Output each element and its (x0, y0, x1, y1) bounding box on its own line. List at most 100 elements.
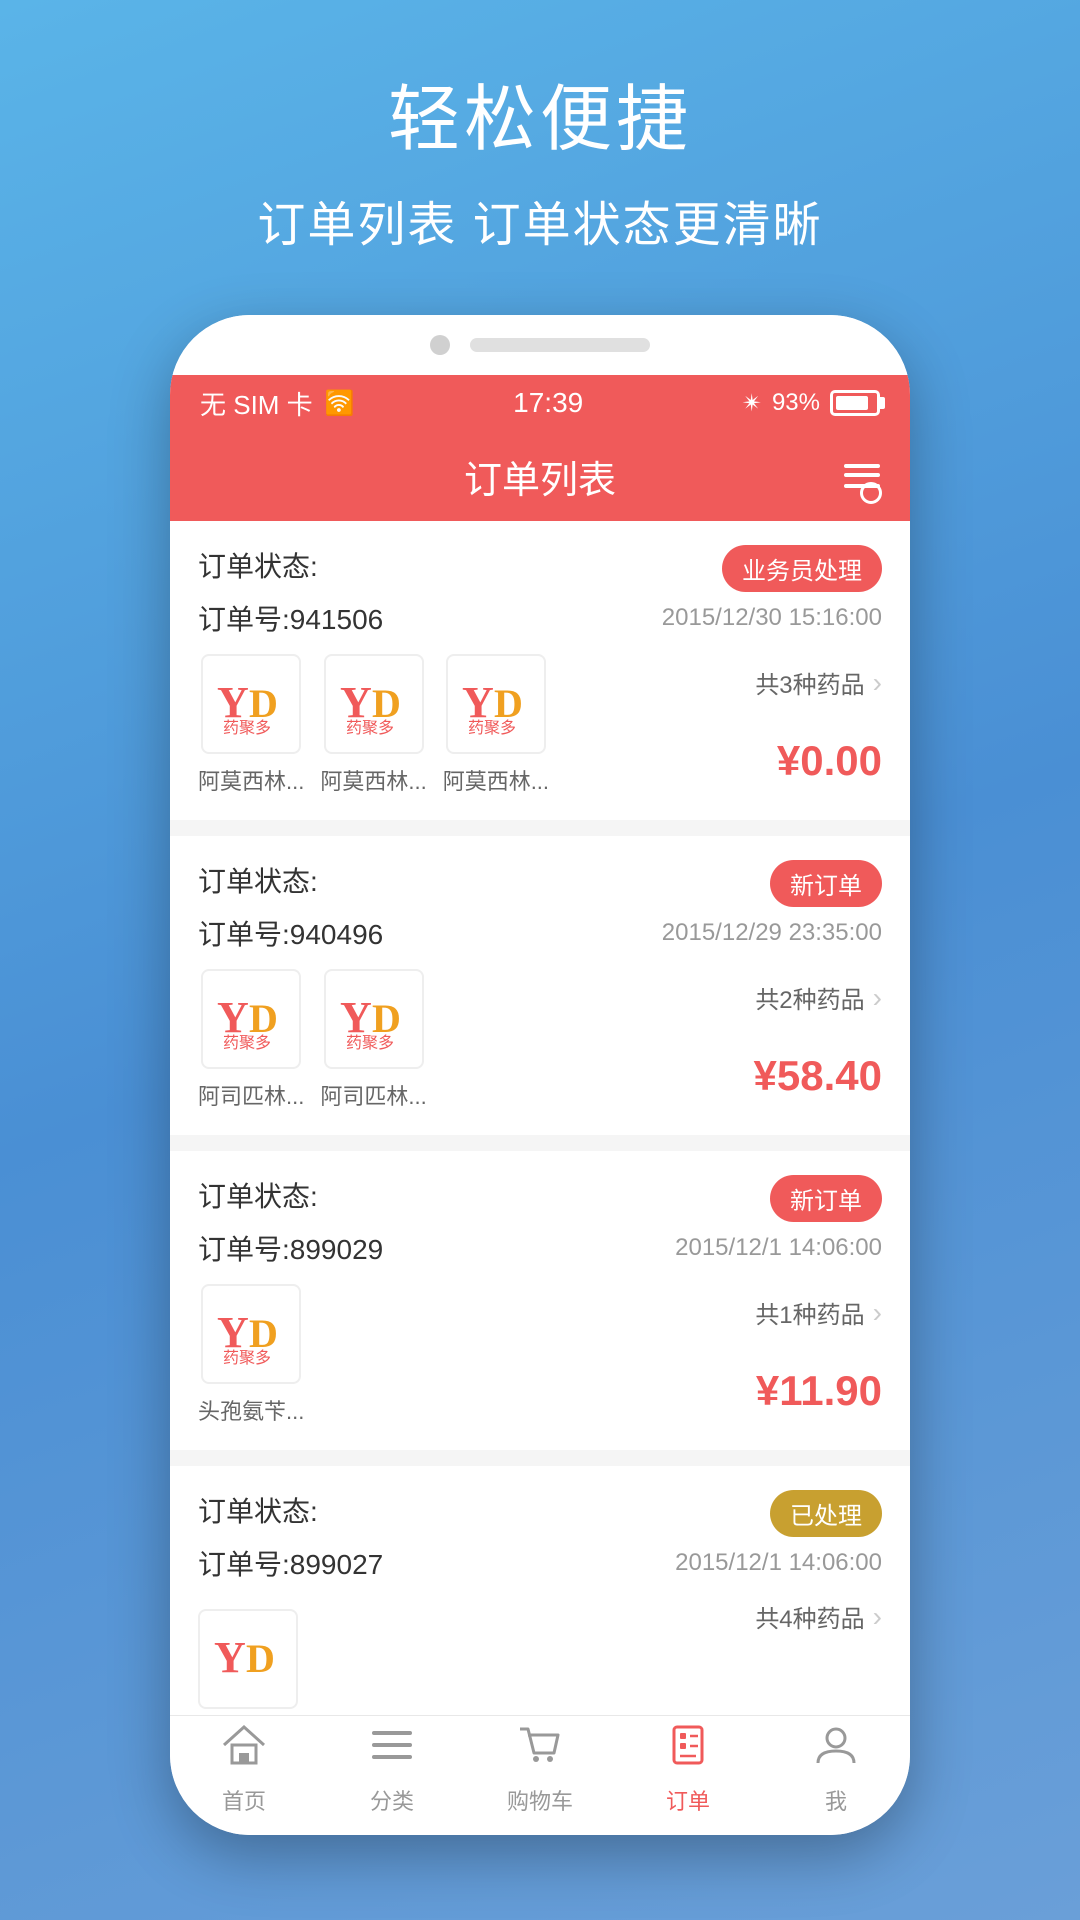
battery-fill (836, 396, 868, 410)
order-card-3[interactable]: 订单状态: 新订单 订单号:899029 2015/12/1 14:06:00 … (170, 1151, 910, 1450)
nav-item-home[interactable]: 首页 (170, 1725, 318, 1816)
order-4-date: 2015/12/1 14:06:00 (675, 1549, 882, 1577)
battery-bar (830, 390, 880, 416)
order-1-count: 共3种药品 › (755, 665, 882, 700)
order-2-price: ¥58.40 (754, 1052, 882, 1100)
nav-item-cart[interactable]: 购物车 (466, 1725, 614, 1816)
nav-profile-label: 我 (825, 1784, 847, 1816)
nav-item-category[interactable]: 分类 (318, 1725, 466, 1816)
logo-box-5: Y D 药聚多 (324, 969, 424, 1069)
order-1-items-row: Y D 药聚多 阿莫西林... Y D 药聚多 (198, 654, 882, 796)
product-logo-6: Y D 药聚多 头孢氨苄... (198, 1284, 304, 1426)
bluetooth-icon: ✴ (742, 389, 762, 418)
profile-icon (814, 1725, 858, 1776)
order-4-right: 共4种药品 › (702, 1599, 882, 1715)
svg-text:药聚多: 药聚多 (468, 719, 516, 735)
order-1-number-row: 订单号:941506 2015/12/30 15:16:00 (198, 598, 882, 638)
order-2-items-row: Y D 药聚多 阿司匹林... Y D 药聚多 (198, 969, 882, 1111)
chevron-right-icon-3: › (873, 1297, 882, 1329)
order-2-badge: 新订单 (770, 860, 882, 907)
subtitle: 订单列表 订单状态更清晰 (257, 185, 822, 255)
logo-box-3: Y D 药聚多 (446, 654, 546, 754)
menu-line-2 (844, 473, 880, 477)
order-2-number: 订单号:940496 (198, 913, 383, 953)
chevron-right-icon: › (873, 667, 882, 699)
phone-camera (430, 335, 450, 355)
svg-text:药聚多: 药聚多 (346, 1034, 394, 1050)
yd-logo-svg-5: Y D 药聚多 (338, 988, 410, 1050)
search-circle-icon (860, 482, 882, 504)
status-time: 17:39 (513, 387, 583, 419)
headline: 轻松便捷 (257, 60, 822, 165)
cart-icon (518, 1725, 562, 1776)
product-logo-7: Y D (198, 1609, 298, 1709)
top-section: 轻松便捷 订单列表 订单状态更清晰 (257, 60, 822, 255)
product-name-1: 阿莫西林... (198, 764, 304, 796)
product-name-2: 阿莫西林... (320, 764, 426, 796)
battery-pct: 93% (772, 389, 820, 417)
order-card-1[interactable]: 订单状态: 业务员处理 订单号:941506 2015/12/30 15:16:… (170, 521, 910, 820)
nav-item-order[interactable]: 订单 (614, 1725, 762, 1816)
order-4-status-label: 订单状态: (198, 1490, 318, 1530)
product-logo-2: Y D 药聚多 阿莫西林... (320, 654, 426, 796)
logo-box-2: Y D 药聚多 (324, 654, 424, 754)
logo-box-7: Y D (198, 1609, 298, 1709)
order-2-right: 共2种药品 › ¥58.40 (702, 980, 882, 1100)
order-4-header: 订单状态: 已处理 (198, 1490, 882, 1537)
order-3-products: Y D 药聚多 头孢氨苄... (198, 1284, 702, 1426)
phone-speaker (470, 338, 650, 352)
wifi-icon: 🛜 (325, 389, 355, 418)
order-1-date: 2015/12/30 15:16:00 (662, 604, 882, 632)
nav-cart-label: 购物车 (507, 1784, 573, 1816)
menu-line-1 (844, 464, 880, 468)
order-list: 订单状态: 业务员处理 订单号:941506 2015/12/30 15:16:… (170, 521, 910, 1715)
chevron-right-icon-2: › (873, 982, 882, 1014)
home-icon (222, 1725, 266, 1776)
status-bar: 无 SIM 卡 🛜 17:39 ✴ 93% (170, 375, 910, 431)
order-3-number: 订单号:899029 (198, 1228, 383, 1268)
order-4-number-row: 订单号:899027 2015/12/1 14:06:00 (198, 1543, 882, 1583)
status-left: 无 SIM 卡 🛜 (200, 385, 355, 422)
svg-text:药聚多: 药聚多 (223, 1349, 271, 1365)
yd-logo-svg-2: Y D 药聚多 (338, 673, 410, 735)
category-icon (370, 1725, 414, 1776)
order-2-status-label: 订单状态: (198, 860, 318, 900)
order-1-number: 订单号:941506 (198, 598, 383, 638)
svg-text:D: D (246, 1636, 275, 1681)
svg-text:药聚多: 药聚多 (346, 719, 394, 735)
yd-logo-svg: Y D 药聚多 (215, 673, 287, 735)
bottom-nav: 首页 分类 购物车 (170, 1715, 910, 1835)
yd-logo-svg-4: Y D 药聚多 (215, 988, 287, 1050)
order-card-2[interactable]: 订单状态: 新订单 订单号:940496 2015/12/29 23:35:00… (170, 836, 910, 1135)
logo-box-6: Y D 药聚多 (201, 1284, 301, 1384)
yd-logo-svg-7: Y D (212, 1628, 284, 1690)
nav-title: 订单列表 (464, 449, 616, 504)
product-logo-1: Y D 药聚多 阿莫西林... (198, 654, 304, 796)
nav-home-label: 首页 (222, 1784, 266, 1816)
nav-item-profile[interactable]: 我 (762, 1725, 910, 1816)
order-3-badge: 新订单 (770, 1175, 882, 1222)
product-name-4: 阿司匹林... (198, 1079, 304, 1111)
order-3-right: 共1种药品 › ¥11.90 (702, 1295, 882, 1415)
filter-search-icon[interactable] (844, 464, 880, 488)
chevron-right-icon-4: › (873, 1601, 882, 1633)
order-card-4[interactable]: 订单状态: 已处理 订单号:899027 2015/12/1 14:06:00 … (170, 1466, 910, 1715)
order-2-count: 共2种药品 › (755, 980, 882, 1015)
product-logo-4: Y D 药聚多 阿司匹林... (198, 969, 304, 1111)
order-3-items-row: Y D 药聚多 头孢氨苄... 共1种药品 › ¥11.90 (198, 1284, 882, 1426)
order-4-badge: 已处理 (770, 1490, 882, 1537)
order-1-right: 共3种药品 › ¥0.00 (702, 665, 882, 785)
order-3-header: 订单状态: 新订单 (198, 1175, 882, 1222)
order-3-date: 2015/12/1 14:06:00 (675, 1234, 882, 1262)
phone-top (170, 315, 910, 375)
order-2-date: 2015/12/29 23:35:00 (662, 919, 882, 947)
product-name-6: 头孢氨苄... (198, 1394, 304, 1426)
order-3-price: ¥11.90 (756, 1367, 882, 1415)
order-2-header: 订单状态: 新订单 (198, 860, 882, 907)
order-3-number-row: 订单号:899029 2015/12/1 14:06:00 (198, 1228, 882, 1268)
order-3-status-label: 订单状态: (198, 1175, 318, 1215)
svg-text:Y: Y (214, 1633, 246, 1682)
order-4-number: 订单号:899027 (198, 1543, 383, 1583)
nav-header: 订单列表 (170, 431, 910, 521)
order-3-count: 共1种药品 › (755, 1295, 882, 1330)
